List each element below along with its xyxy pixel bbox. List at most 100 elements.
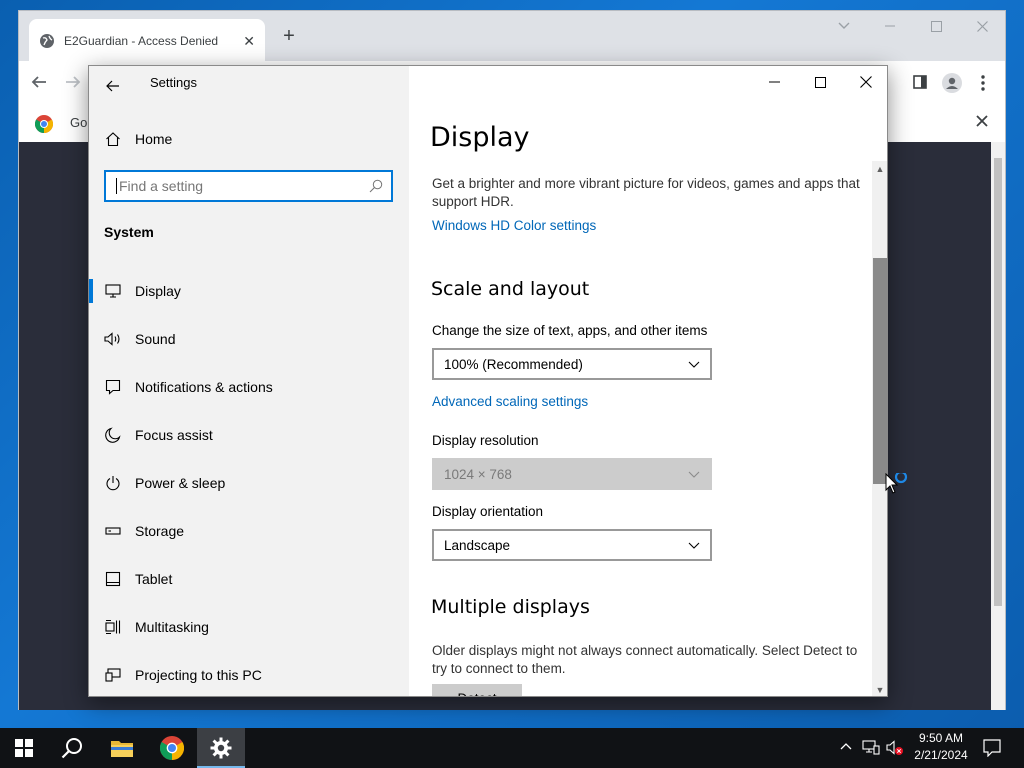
close-tab-icon[interactable]: ✕ [243,33,255,50]
orientation-dropdown-value: Landscape [444,537,511,553]
sidebar-item-label: Power & sleep [135,475,226,491]
scroll-up-arrow-icon[interactable]: ▲ [872,161,887,177]
sidebar-section-heading: System [104,224,154,240]
sidebar-item-power-sleep[interactable]: Power & sleep [89,459,409,507]
home-icon [89,131,135,147]
new-tab-button[interactable]: + [277,25,301,49]
windows-logo-icon [15,739,33,757]
sidebar-item-label: Notifications & actions [135,379,273,395]
taskbar-chrome[interactable] [148,728,196,768]
scale-layout-heading: Scale and layout [431,278,590,300]
sidebar-item-storage[interactable]: Storage [89,507,409,555]
notification-center-icon[interactable] [983,739,1001,757]
monitor-icon [89,284,135,298]
settings-window: Settings Home Find a setting System Disp… [88,65,888,697]
profile-avatar-icon[interactable] [942,73,962,93]
taskbar-settings[interactable] [197,728,245,768]
sidebar-item-sound[interactable]: Sound [89,315,409,363]
multiple-displays-heading: Multiple displays [431,596,590,618]
menu-kebab-icon[interactable] [981,75,985,91]
tablet-icon [89,571,135,587]
scroll-down-arrow-icon[interactable]: ▼ [872,682,887,696]
taskbar-search-button[interactable] [48,728,96,768]
speaker-icon [89,332,135,346]
minimize-button[interactable] [751,66,797,98]
network-icon[interactable] [862,740,880,756]
settings-window-controls [751,66,887,98]
browser-maximize-button[interactable] [913,11,959,41]
settings-sidebar: Settings Home Find a setting System Disp… [89,66,409,696]
settings-scrollbar[interactable]: ▲ ▼ [872,161,887,696]
multiple-displays-description: Older displays might not always connect … [432,643,858,676]
page-title: Display [430,122,530,153]
settings-search-input[interactable]: Find a setting [104,170,393,202]
sidebar-item-label: Multitasking [135,619,209,635]
back-arrow-icon[interactable] [31,74,47,90]
resolution-label: Display resolution [432,433,539,448]
scale-label: Change the size of text, apps, and other… [432,323,708,338]
sidebar-item-label: Projecting to this PC [135,667,262,683]
taskbar: 9:50 AM 2/21/2024 [0,728,1024,768]
sidebar-item-label: Storage [135,523,185,539]
storage-icon [89,526,135,536]
mouse-cursor-icon [885,473,911,497]
browser-scrollbar[interactable] [991,142,1005,710]
browser-window-controls [821,11,1005,41]
sidebar-item-label: Tablet [135,571,173,587]
infobar-close-icon[interactable] [976,115,988,127]
taskbar-file-explorer[interactable] [98,728,146,768]
search-icon [369,179,383,193]
projecting-icon [89,668,135,682]
browser-scrollbar-thumb[interactable] [994,158,1002,606]
infobar-text: Go [70,115,88,130]
sidebar-item-home[interactable]: Home [89,126,409,152]
taskbar-clock[interactable]: 9:50 AM 2/21/2024 [906,730,976,766]
orientation-label: Display orientation [432,504,544,519]
sidebar-item-label: Home [135,131,173,147]
resolution-dropdown-value: 1024 × 768 [444,466,512,482]
chevron-down-icon [688,471,700,478]
close-button[interactable] [843,66,887,98]
search-icon [61,737,83,759]
sidebar-item-focus-assist[interactable]: Focus assist [89,411,409,459]
volume-muted-icon[interactable] [886,740,904,756]
browser-close-button[interactable] [959,11,1005,41]
settings-content: Display Get a brighter and more vibrant … [409,66,887,696]
back-arrow-icon[interactable] [101,74,125,98]
browser-minimize-button[interactable] [867,11,913,41]
sidebar-item-label: Focus assist [135,427,213,443]
browser-tab[interactable]: E2Guardian - Access Denied ✕ [29,19,265,63]
multitasking-icon [89,619,135,635]
sidebar-item-multitasking[interactable]: Multitasking [89,603,409,651]
chevron-down-icon [688,542,700,549]
forward-arrow-icon[interactable] [65,74,81,90]
search-placeholder: Find a setting [119,178,204,194]
resolution-dropdown: 1024 × 768 [432,458,712,490]
sidebar-item-display[interactable]: Display [89,267,409,315]
gear-icon [210,737,232,759]
tab-search-icon[interactable] [821,11,867,41]
notification-icon [89,379,135,395]
clock-time: 9:50 AM [918,731,964,745]
browser-tab-title: E2Guardian - Access Denied [64,34,219,48]
sidebar-item-notifications[interactable]: Notifications & actions [89,363,409,411]
orientation-dropdown[interactable]: Landscape [432,529,712,561]
sidebar-item-tablet[interactable]: Tablet [89,555,409,603]
scale-dropdown[interactable]: 100% (Recommended) [432,348,712,380]
moon-icon [89,427,135,443]
chevron-down-icon [688,361,700,368]
advanced-scaling-link[interactable]: Advanced scaling settings [432,394,588,409]
chrome-logo-icon [35,115,53,133]
sidebar-item-label: Display [135,283,181,299]
side-panel-icon[interactable] [913,75,927,89]
hd-color-settings-link[interactable]: Windows HD Color settings [432,218,596,233]
maximize-button[interactable] [797,66,843,98]
show-hidden-icons-chevron-up-icon[interactable] [840,742,852,750]
folder-icon [110,738,134,758]
settings-scrollbar-thumb[interactable] [873,258,887,484]
sidebar-item-projecting[interactable]: Projecting to this PC [89,651,409,696]
text-caret [116,178,117,194]
start-button[interactable] [0,728,48,768]
detect-button[interactable]: Detect [432,684,522,696]
sidebar-item-label: Sound [135,331,176,347]
